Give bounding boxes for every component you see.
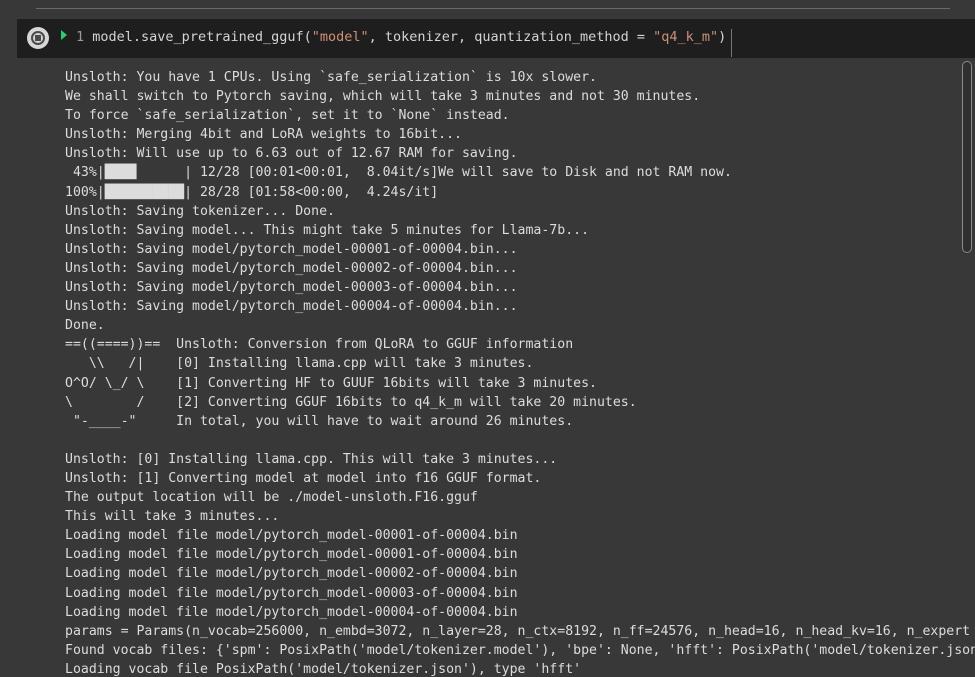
output-line: This will take 3 minutes... [65, 509, 280, 525]
output-line: Unsloth: Saving model/pytorch_model-0000… [65, 241, 518, 257]
output-line: Unsloth: Saving tokenizer... Done. [65, 203, 335, 219]
output-line: Unsloth: Saving model/pytorch_model-0000… [65, 260, 518, 276]
code-prefix: model.save_pretrained_gguf( [92, 29, 312, 45]
output-line: Found vocab files: {'spm': PosixPath('mo… [65, 642, 975, 658]
cell-separator [36, 8, 950, 9]
line-number: 1 [76, 29, 85, 45]
code-middle: , tokenizer, quantization_method = [368, 29, 654, 45]
stop-execution-button[interactable] [27, 27, 49, 49]
output-line: We shall switch to Pytorch saving, which… [65, 89, 701, 105]
progress-line: 43%|████ | 12/28 [00:01<00:01, 8.04it/s]… [65, 165, 732, 181]
stop-square-icon [35, 35, 41, 41]
output-line: The output location will be ./model-unsl… [65, 490, 478, 506]
output-line: Unsloth: Merging 4bit and LoRA weights t… [65, 127, 462, 143]
output-line: Unsloth: You have 1 CPUs. Using `safe_se… [65, 70, 597, 85]
cell-output[interactable]: Unsloth: You have 1 CPUs. Using `safe_se… [65, 68, 975, 677]
output-line: Loading model file model/pytorch_model-0… [65, 528, 518, 544]
output-line: Unsloth: [0] Installing llama.cpp. This … [65, 451, 558, 467]
quant-method-string: "q4_k_m" [653, 29, 719, 45]
output-line: Loading model file model/pytorch_model-0… [65, 566, 518, 582]
code-editor-line[interactable]: 1 model.save_pretrained_gguf("model", to… [76, 27, 726, 47]
output-line: To force `safe_serialization`, set it to… [65, 108, 510, 124]
ascii-banner-line: \ / [2] Converting GGUF 16bits to q4_k_m… [65, 394, 637, 410]
ascii-banner-line: "-____-" In total, you will have to wait… [65, 413, 574, 429]
output-line: Loading model file model/pytorch_model-0… [65, 585, 518, 601]
output-line: Unsloth: Will use up to 6.63 out of 12.6… [65, 146, 518, 162]
output-scrollbar[interactable] [962, 61, 972, 253]
output-line: Unsloth: [1] Converting model at model i… [65, 470, 542, 486]
output-line: Loading model file model/pytorch_model-0… [65, 604, 518, 620]
output-line: Loading model file model/pytorch_model-0… [65, 547, 518, 563]
output-line: Done. [65, 318, 105, 334]
output-line: params = Params(n_vocab=256000, n_embd=3… [65, 623, 971, 639]
play-triangle-icon [61, 30, 67, 40]
output-line: Unsloth: Saving model... This might take… [65, 222, 590, 238]
output-line: Unsloth: Saving model/pytorch_model-0000… [65, 299, 518, 315]
ascii-banner-line: O^O/ \_/ \ [1] Converting HF to GUUF 16b… [65, 375, 597, 391]
output-line: Loading vocab file PosixPath('model/toke… [65, 661, 582, 677]
code-suffix: ) [718, 29, 727, 45]
output-line: Unsloth: Saving model/pytorch_model-0000… [65, 280, 518, 296]
ascii-banner-line: ==((====))== Unsloth: Conversion from QL… [65, 337, 574, 353]
progress-line: 100%|██████████| 28/28 [01:58<00:00, 4.2… [65, 184, 439, 200]
ascii-banner-line: \\ /| [0] Installing llama.cpp will take… [65, 356, 534, 372]
model-path-string: "model" [311, 29, 369, 45]
code-cell[interactable]: 1 model.save_pretrained_gguf("model", to… [17, 19, 975, 58]
editor-divider [731, 29, 732, 57]
